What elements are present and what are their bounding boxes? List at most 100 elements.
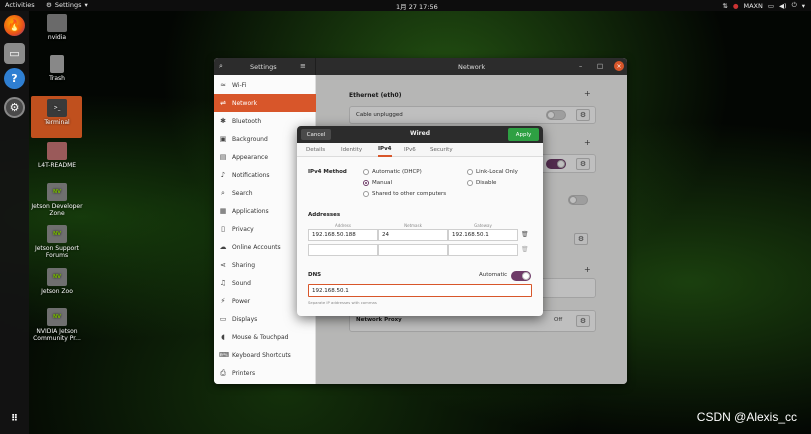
wifi-icon: ≈: [220, 81, 226, 89]
desktop-icon-jetson-community[interactable]: NV NVIDIA Jetson Community Pr...: [31, 308, 83, 342]
network-icon: ⇅: [722, 1, 728, 10]
desktop-icon-terminal[interactable]: >_ Terminal: [31, 99, 83, 126]
desktop-icon-jetson-support-forums[interactable]: NV Jetson Support Forums: [31, 225, 83, 259]
wired-dialog: Wired Cancel Apply Details Identity IPv4…: [297, 126, 543, 316]
desktop-icon-nvidia[interactable]: nvidia: [31, 14, 83, 41]
power-icon: ⚡: [220, 297, 226, 305]
tab-ipv6[interactable]: IPv6: [404, 143, 416, 157]
sidebar-item-wifi[interactable]: ≈ Wi-Fi: [214, 76, 316, 94]
radio-circle: [363, 169, 369, 175]
display-icon: ▭: [219, 315, 227, 323]
netmask-field-empty[interactable]: [378, 244, 448, 256]
sidebar-item-label: Notifications: [232, 171, 270, 179]
dialog-title: Wired: [410, 130, 430, 137]
addresses-label: Addresses: [308, 212, 341, 218]
sidebar-item-label: Printers: [232, 369, 256, 377]
dns-automatic-label: Automatic: [479, 272, 508, 278]
desktop-icon-label: Jetson Zoo: [41, 288, 73, 295]
desktop-icon-label: NVIDIA Jetson Community Pr...: [33, 328, 81, 342]
watermark: CSDN @Alexis_cc: [696, 410, 797, 424]
help-icon[interactable]: ?: [4, 68, 25, 89]
sidebar-item-label: Bluetooth: [232, 117, 262, 125]
desktop-icon-label: Jetson Support Forums: [34, 245, 80, 259]
search-icon[interactable]: ⌕: [219, 62, 223, 71]
radio-link-local[interactable]: Link-Local Only: [467, 169, 518, 175]
sidebar-item-label: Wi-Fi: [232, 81, 247, 89]
delete-address-icon: 🗑: [521, 246, 529, 253]
tab-details[interactable]: Details: [306, 143, 325, 157]
show-applications-icon[interactable]: ⠿: [4, 408, 25, 429]
delete-address-icon[interactable]: 🗑: [521, 231, 529, 238]
desktop-icon-l4t-readme[interactable]: L4T-README: [31, 142, 83, 169]
cancel-button[interactable]: Cancel: [301, 129, 331, 140]
desktop-icon-trash[interactable]: Trash: [31, 55, 83, 82]
ipv4-method-label: IPv4 Method: [308, 169, 347, 175]
sidebar-item-label: Keyboard Shortcuts: [232, 351, 291, 359]
gateway-column-header: Gateway: [474, 223, 492, 228]
radio-label: Manual: [372, 180, 392, 186]
radio-label: Disable: [476, 180, 497, 186]
address-field[interactable]: 192.168.50.188: [308, 229, 378, 241]
sidebar-item-label: Power: [232, 297, 251, 305]
sidebar-item-label: Privacy: [232, 225, 254, 233]
drive-icon: [47, 142, 67, 160]
clock[interactable]: 1月 27 17:56: [396, 1, 438, 11]
close-icon[interactable]: ×: [614, 61, 624, 71]
radio-disable[interactable]: Disable: [467, 180, 496, 186]
dock: 🔥 ▭ ? ⚙ ⠿: [0, 11, 29, 434]
nvidia-icon: NV: [47, 308, 67, 326]
settings-title: Settings: [250, 63, 277, 71]
firefox-icon[interactable]: 🔥: [4, 15, 25, 36]
sidebar-item-label: Network: [232, 99, 258, 107]
apply-button[interactable]: Apply: [508, 128, 539, 141]
gateway-field-empty[interactable]: [448, 244, 518, 256]
radio-circle: [363, 180, 369, 186]
folder-icon: [47, 14, 67, 32]
address-field-empty[interactable]: [308, 244, 378, 256]
activities-button[interactable]: Activities: [5, 1, 35, 9]
chevron-down-icon: ▾: [801, 1, 805, 10]
dns-input[interactable]: 192.168.50.1: [308, 284, 532, 297]
address-column-header: Address: [335, 223, 351, 228]
netmask-field[interactable]: 24: [378, 229, 448, 241]
radio-manual[interactable]: Manual: [363, 180, 392, 186]
desktop-icon-label: L4T-README: [37, 162, 77, 169]
settings-icon[interactable]: ⚙: [4, 97, 25, 118]
sidebar-item-label: Appearance: [232, 153, 269, 161]
radio-label: Automatic (DHCP): [372, 169, 422, 175]
nvidia-icon: NV: [47, 225, 67, 243]
radio-shared[interactable]: Shared to other computers: [363, 191, 446, 197]
maximize-icon[interactable]: □: [597, 62, 603, 70]
sidebar-item-label: Search: [232, 189, 253, 197]
radio-automatic-dhcp[interactable]: Automatic (DHCP): [363, 169, 422, 175]
files-icon[interactable]: ▭: [4, 43, 25, 64]
dns-automatic-toggle[interactable]: [511, 271, 531, 281]
desktop-icon-jetson-zoo[interactable]: NV Jetson Zoo: [31, 268, 83, 295]
desktop-icon-jetson-developer-zone[interactable]: NV Jetson Developer Zone: [31, 183, 83, 217]
radio-label: Shared to other computers: [372, 191, 447, 197]
bluetooth-icon: ✱: [220, 117, 226, 125]
appearance-icon: ▤: [219, 153, 227, 161]
cloud-icon: ☁: [219, 243, 227, 251]
nvidia-power-icon: ●: [732, 1, 739, 10]
minimize-icon[interactable]: –: [579, 62, 582, 70]
gateway-field[interactable]: 192.168.50.1: [448, 229, 518, 241]
dns-label: DNS: [308, 272, 322, 278]
speaker-icon: ♫: [219, 279, 227, 287]
sidebar-item-label: Applications: [232, 207, 269, 215]
network-icon: ⇌: [220, 99, 226, 107]
desktop-icon-label: Jetson Developer Zone: [31, 203, 83, 217]
system-tray[interactable]: ⇅ ● MAXN ▭ ◀) ⏻ ▾: [722, 0, 805, 11]
tab-security[interactable]: Security: [430, 143, 453, 157]
sidebar-item-printers[interactable]: ⎙ Printers: [214, 364, 316, 382]
menu-icon[interactable]: ≡: [300, 62, 306, 70]
sidebar-item-network[interactable]: ⇌ Network: [214, 94, 316, 112]
sidebar-item-keyboard-shortcuts[interactable]: ⌨ Keyboard Shortcuts: [214, 346, 316, 364]
desktop-icon-label: Trash: [49, 75, 65, 82]
app-menu[interactable]: ⚙ Settings ▾: [46, 1, 88, 9]
sidebar-item-mouse-touchpad[interactable]: ◖ Mouse & Touchpad: [214, 328, 316, 346]
radio-label: Link-Local Only: [476, 169, 518, 175]
tab-identity[interactable]: Identity: [341, 143, 362, 157]
settings-header: ⌕ Settings ≡ Network – □ ×: [214, 58, 627, 75]
tab-ipv4[interactable]: IPv4: [378, 143, 392, 157]
